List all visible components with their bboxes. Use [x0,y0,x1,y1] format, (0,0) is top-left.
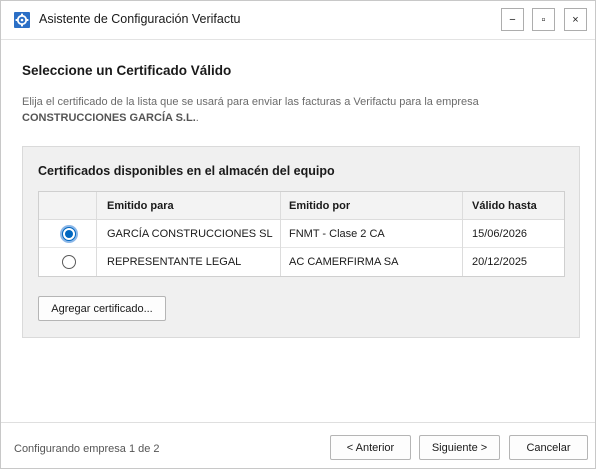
table-row[interactable]: REPRESENTANTE LEGAL AC CAMERFIRMA SA 20/… [39,248,564,276]
table-row[interactable]: GARCÍA CONSTRUCCIONES SL FNMT - Clase 2 … [39,220,564,248]
previous-button[interactable]: < Anterior [330,435,411,460]
close-icon: × [572,13,579,26]
cell-valid-until: 15/06/2026 [472,228,528,240]
minimize-button[interactable]: − [501,8,524,31]
certificates-table: Emitido para Emitido por Válido hasta GA… [38,191,565,277]
cancel-button[interactable]: Cancelar [509,435,588,460]
cell-issued-by: FNMT - Clase 2 CA [289,228,385,240]
close-button[interactable]: × [564,8,587,31]
certificate-radio[interactable] [62,255,76,269]
next-button[interactable]: Siguiente > [419,435,500,460]
certificate-radio-selected[interactable] [62,227,76,241]
title-bar: Asistente de Configuración Verifactu − ▫… [1,1,595,40]
cell-valid-until: 20/12/2025 [472,256,528,268]
cell-issued-to: GARCÍA CONSTRUCCIONES SL [107,228,273,240]
maximize-button[interactable]: ▫ [532,8,555,31]
add-certificate-button[interactable]: Agregar certificado... [38,296,166,321]
certificates-group: Certificados disponibles en el almacén d… [22,146,580,338]
status-text: Configurando empresa 1 de 2 [14,443,160,455]
page-description: Elija el certificado de la lista que se … [22,94,574,126]
company-name: CONSTRUCCIONES GARCÍA S.L. [22,112,196,124]
app-gear-icon [14,12,30,28]
column-header-issued-by[interactable]: Emitido por [289,200,350,212]
description-end: . [195,112,199,124]
minimize-icon: − [509,13,516,26]
column-divider [462,192,463,276]
group-title: Certificados disponibles en el almacén d… [38,164,335,178]
column-header-valid-until[interactable]: Válido hasta [472,200,537,212]
cell-issued-by: AC CAMERFIRMA SA [289,256,399,268]
wizard-content: Seleccione un Certificado Válido Elija e… [1,41,595,421]
column-divider [96,192,97,276]
column-divider [280,192,281,276]
wizard-footer: Configurando empresa 1 de 2 < Anterior S… [1,422,595,468]
description-text: Elija el certificado de la lista que se … [22,96,479,108]
page-title: Seleccione un Certificado Válido [22,63,232,78]
window-title: Asistente de Configuración Verifactu [39,12,241,26]
wizard-window: Asistente de Configuración Verifactu − ▫… [0,0,596,469]
maximize-icon: ▫ [541,13,546,26]
cell-issued-to: REPRESENTANTE LEGAL [107,256,242,268]
column-header-issued-to[interactable]: Emitido para [107,200,174,212]
table-header: Emitido para Emitido por Válido hasta [39,192,564,220]
